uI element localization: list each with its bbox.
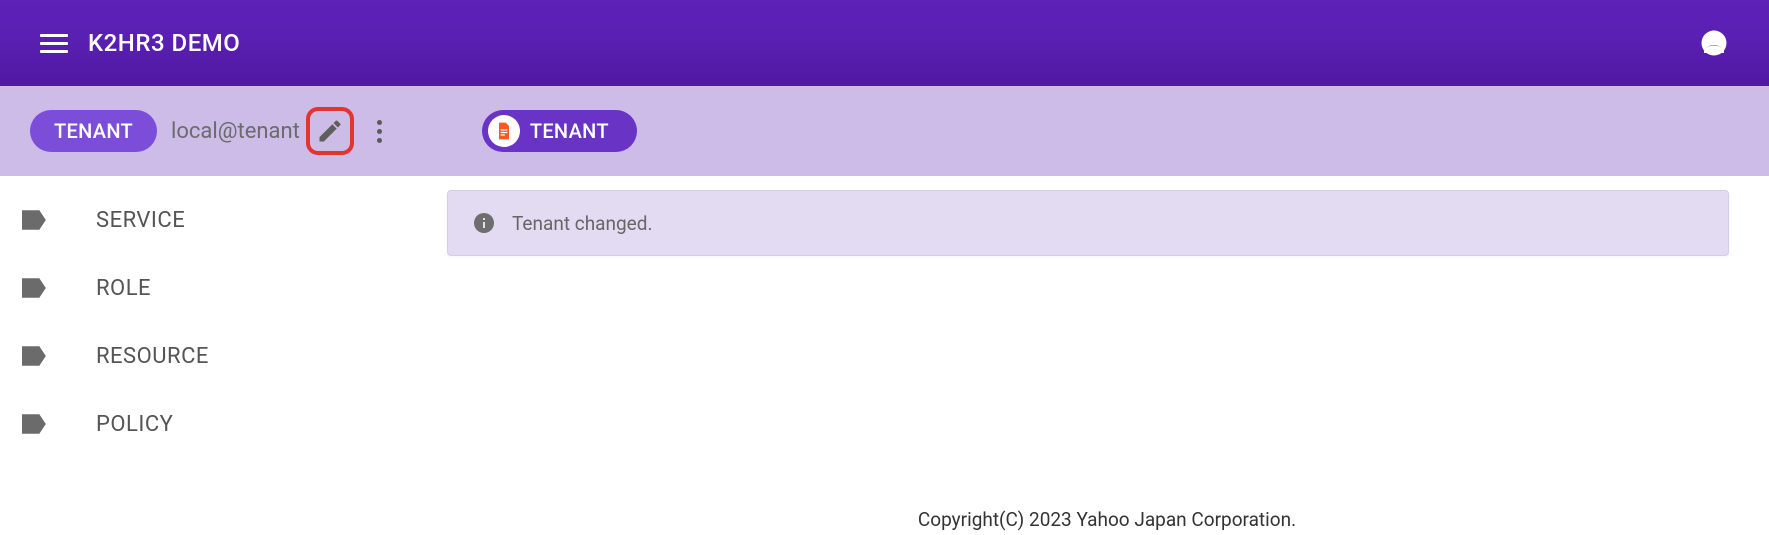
tenant-name: local@tenant xyxy=(171,119,300,144)
sidebar-item-label: ROLE xyxy=(96,276,151,301)
app-bar: K2HR3 DEMO xyxy=(0,0,1769,86)
info-banner-text: Tenant changed. xyxy=(512,212,652,235)
more-vert-icon[interactable] xyxy=(368,115,392,147)
info-icon xyxy=(472,211,496,235)
menu-icon[interactable] xyxy=(40,29,68,57)
tenant-chip[interactable]: TENANT xyxy=(30,110,157,152)
account-icon[interactable] xyxy=(1699,28,1729,58)
path-chip[interactable]: TENANT xyxy=(482,110,637,152)
sidebar-item-label: RESOURCE xyxy=(96,344,209,369)
footer-text: Copyright(C) 2023 Yahoo Japan Corporatio… xyxy=(445,508,1769,531)
edit-tenant-button[interactable] xyxy=(316,117,344,145)
sidebar-item-label: POLICY xyxy=(96,412,173,437)
label-icon xyxy=(22,278,48,298)
sub-toolbar: TENANT local@tenant TENANT xyxy=(0,86,1769,176)
path-chip-label: TENANT xyxy=(530,119,609,143)
sidebar: SERVICE ROLE RESOURCE POLICY xyxy=(0,176,445,535)
sidebar-item-label: SERVICE xyxy=(96,208,185,233)
sidebar-item-resource[interactable]: RESOURCE xyxy=(0,322,445,390)
content-area: Tenant changed. Copyright(C) 2023 Yahoo … xyxy=(445,176,1769,535)
sidebar-item-role[interactable]: ROLE xyxy=(0,254,445,322)
label-icon xyxy=(22,414,48,434)
tenant-chip-label: TENANT xyxy=(54,119,133,143)
main-area: SERVICE ROLE RESOURCE POLICY Tenant c xyxy=(0,176,1769,535)
document-icon xyxy=(488,115,520,147)
sidebar-item-service[interactable]: SERVICE xyxy=(0,186,445,254)
sidebar-item-policy[interactable]: POLICY xyxy=(0,390,445,458)
info-banner: Tenant changed. xyxy=(447,190,1729,256)
label-icon xyxy=(22,346,48,366)
label-icon xyxy=(22,210,48,230)
highlight-box-edit xyxy=(306,107,354,155)
app-title: K2HR3 DEMO xyxy=(88,29,240,57)
